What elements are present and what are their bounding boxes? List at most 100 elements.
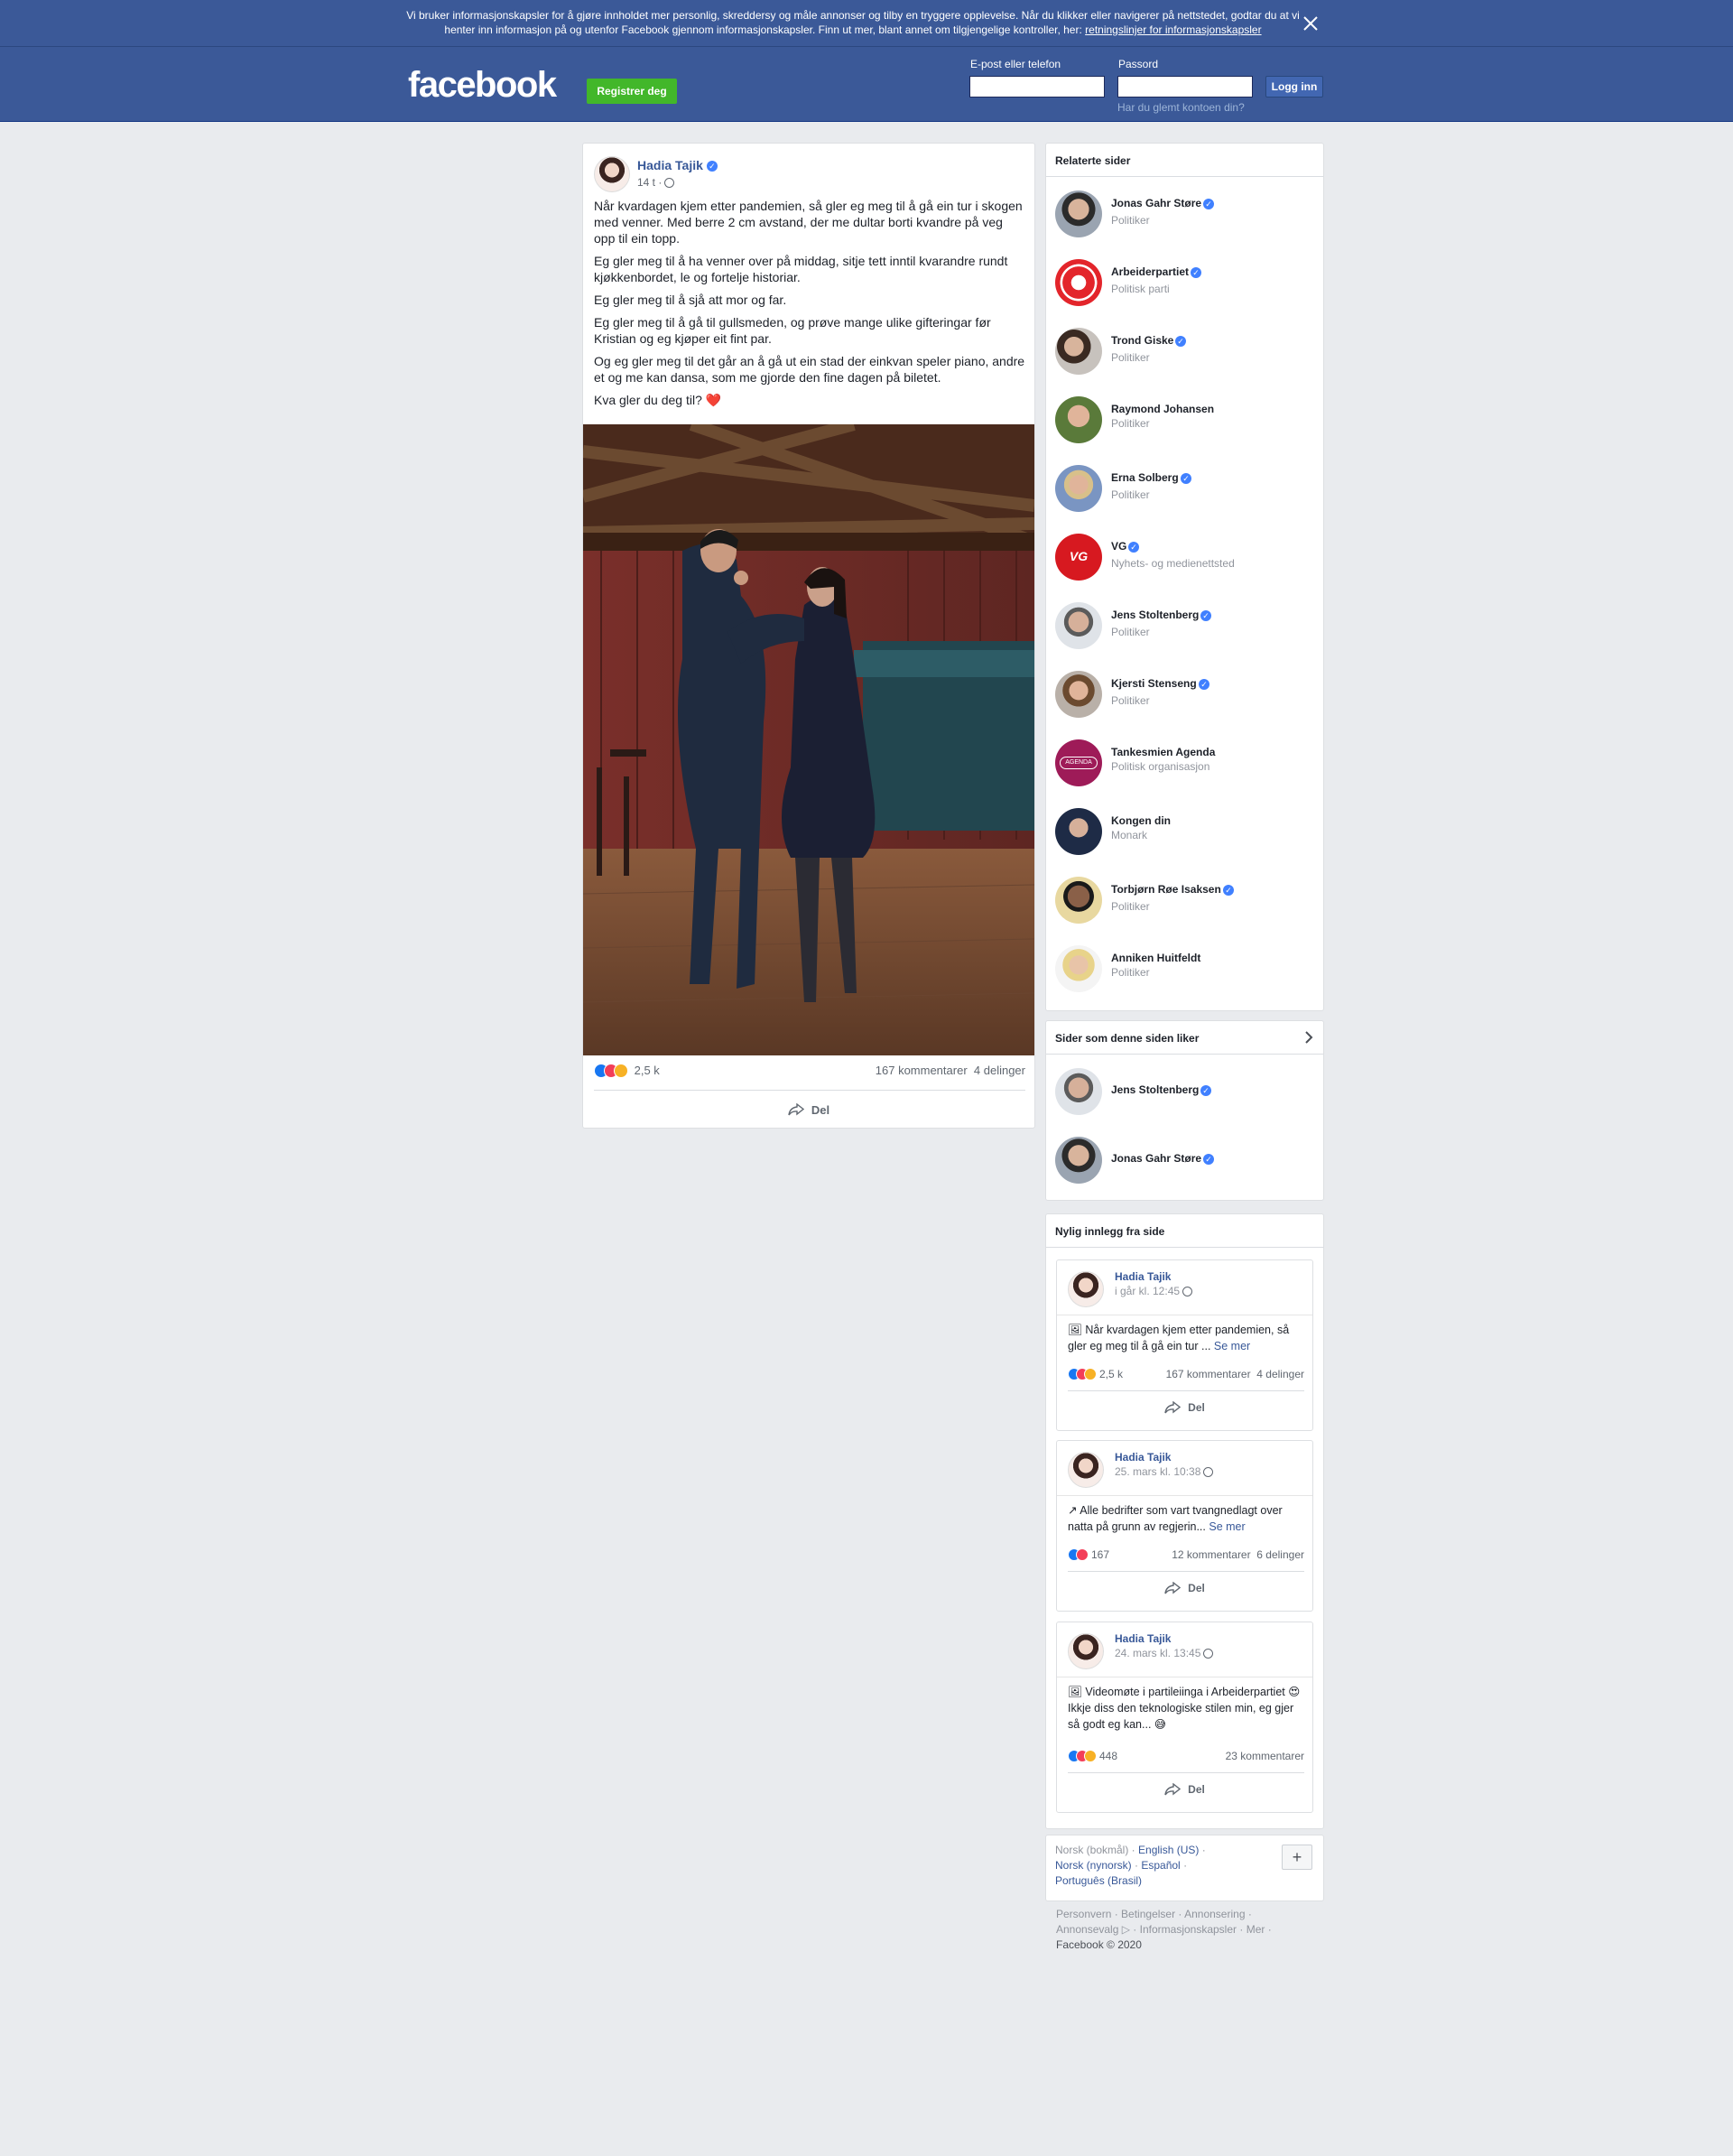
recent-post-time-text[interactable]: 24. mars kl. 13:45 — [1115, 1647, 1200, 1659]
related-page-name[interactable]: Jens Stoltenberg — [1111, 609, 1199, 621]
comment-count[interactable]: 167 kommentarer — [876, 1064, 968, 1077]
comment-count[interactable]: 23 kommentarer — [1226, 1750, 1304, 1762]
avatar[interactable] — [1068, 1271, 1104, 1307]
email-field[interactable] — [969, 76, 1105, 98]
language-link[interactable]: English (US) — [1138, 1844, 1199, 1856]
close-icon[interactable] — [1300, 13, 1321, 34]
avatar[interactable] — [1068, 1633, 1104, 1669]
avatar[interactable] — [594, 156, 630, 192]
register-button[interactable]: Registrer deg — [587, 79, 677, 104]
related-page-item[interactable]: Trond Giske Politiker ✓ — [1055, 328, 1317, 382]
related-page-item[interactable]: Kongen din Monark — [1055, 808, 1317, 862]
forgot-account-link[interactable]: Har du glemt kontoen din? — [1117, 101, 1245, 114]
share-button[interactable]: Del — [1057, 1392, 1312, 1423]
avatar[interactable]: VG — [1055, 534, 1102, 581]
recent-post-author[interactable]: Hadia Tajik — [1115, 1270, 1171, 1283]
footer-link[interactable]: Betingelser — [1121, 1908, 1175, 1920]
related-page-name[interactable]: Raymond Johansen — [1111, 403, 1214, 415]
reaction-count[interactable]: 2,5 k — [635, 1064, 660, 1077]
related-page-item[interactable]: Jonas Gahr Støre Politiker ✓ — [1055, 191, 1317, 245]
related-page-item[interactable]: Jens Stoltenberg Politiker ✓ — [1055, 602, 1317, 656]
related-page-name[interactable]: Torbjørn Røe Isaksen — [1111, 883, 1221, 896]
chevron-right-icon[interactable] — [1303, 1030, 1314, 1045]
footer-link[interactable]: Personvern — [1056, 1908, 1111, 1920]
avatar[interactable]: AGENDA — [1055, 739, 1102, 786]
recent-post-time[interactable]: 25. mars kl. 10:38 — [1115, 1465, 1214, 1478]
post-author[interactable]: Hadia Tajik ✓ — [637, 158, 718, 172]
share-count[interactable]: 4 delinger — [974, 1064, 1025, 1077]
avatar[interactable] — [1055, 191, 1102, 237]
avatar[interactable] — [1055, 945, 1102, 992]
related-page-name[interactable]: Kongen din — [1111, 814, 1171, 827]
password-field[interactable] — [1117, 76, 1253, 98]
avatar[interactable] — [1055, 259, 1102, 306]
post-photo[interactable] — [583, 424, 1034, 1055]
related-page-item[interactable]: Torbjørn Røe Isaksen Politiker ✓ — [1055, 877, 1317, 931]
see-more-link[interactable]: Se mer — [1214, 1340, 1250, 1352]
related-page-item[interactable]: AGENDA Tankesmien Agenda Politisk organisa… — [1055, 739, 1317, 794]
add-language-button[interactable]: + — [1282, 1845, 1312, 1870]
comment-count[interactable]: 167 kommentarer — [1166, 1368, 1251, 1380]
haha-reaction-icon[interactable] — [614, 1063, 628, 1078]
liked-page-name[interactable]: Jens Stoltenberg — [1111, 1083, 1199, 1096]
avatar[interactable] — [1055, 1137, 1102, 1184]
login-button[interactable]: Logg inn — [1265, 76, 1323, 98]
related-page-name[interactable]: Tankesmien Agenda — [1111, 746, 1215, 758]
footer-link[interactable]: Informasjonskapsler — [1140, 1923, 1237, 1936]
love-reaction-icon[interactable] — [1076, 1547, 1089, 1561]
share-button[interactable]: Del — [583, 1092, 1034, 1128]
recent-post-author[interactable]: Hadia Tajik — [1115, 1451, 1171, 1464]
related-page-item[interactable]: VG VG Nyhets- og medienettsted ✓ — [1055, 534, 1317, 588]
liked-page-name[interactable]: Jonas Gahr Støre — [1111, 1152, 1201, 1165]
recent-post-time[interactable]: 24. mars kl. 13:45 — [1115, 1647, 1214, 1659]
cookie-policy-link[interactable]: retningslinjer for informasjonskapsler — [1085, 23, 1261, 36]
haha-reaction-icon[interactable] — [1084, 1367, 1097, 1380]
post-time-text[interactable]: 14 t · — [637, 176, 662, 189]
related-page-name[interactable]: Jonas Gahr Støre — [1111, 197, 1201, 209]
related-page-name[interactable]: Anniken Huitfeldt — [1111, 952, 1200, 964]
share-button[interactable]: Del — [1057, 1573, 1312, 1603]
recent-post-time-text[interactable]: i går kl. 12:45 — [1115, 1285, 1180, 1297]
recent-post-time-text[interactable]: 25. mars kl. 10:38 — [1115, 1465, 1200, 1478]
recent-post-time[interactable]: i går kl. 12:45 — [1115, 1285, 1193, 1297]
avatar[interactable] — [1055, 671, 1102, 718]
footer-link[interactable]: Mer — [1246, 1923, 1265, 1936]
share-button[interactable]: Del — [1057, 1774, 1312, 1805]
related-page-item[interactable]: Arbeiderpartiet Politisk parti ✓ — [1055, 259, 1317, 313]
haha-reaction-icon[interactable] — [1084, 1749, 1097, 1762]
language-link[interactable]: Norsk (nynorsk) — [1055, 1859, 1132, 1872]
footer-link[interactable]: Annonsevalg — [1056, 1923, 1118, 1936]
reaction-count[interactable]: 2,5 k — [1099, 1368, 1123, 1380]
liked-page-item[interactable]: Jonas Gahr Støre ✓ — [1055, 1137, 1317, 1191]
footer-link[interactable]: Annonsering — [1184, 1908, 1245, 1920]
avatar[interactable] — [1055, 1068, 1102, 1115]
avatar[interactable] — [1055, 602, 1102, 649]
related-page-item[interactable]: Erna Solberg Politiker ✓ — [1055, 465, 1317, 519]
language-link[interactable]: Español — [1141, 1859, 1180, 1872]
post-author-name[interactable]: Hadia Tajik — [637, 158, 703, 172]
facebook-logo[interactable]: facebook — [408, 65, 557, 106]
share-count[interactable]: 4 delinger — [1256, 1368, 1304, 1380]
related-page-item[interactable]: Raymond Johansen Politiker — [1055, 396, 1317, 451]
related-page-name[interactable]: Arbeiderpartiet — [1111, 265, 1189, 278]
recent-post-author[interactable]: Hadia Tajik — [1115, 1632, 1171, 1645]
related-page-item[interactable]: Anniken Huitfeldt Politiker — [1055, 945, 1317, 999]
related-page-item[interactable]: Kjersti Stenseng Politiker ✓ — [1055, 671, 1317, 725]
avatar[interactable] — [1055, 808, 1102, 855]
comment-count[interactable]: 12 kommentarer — [1172, 1548, 1250, 1561]
avatar[interactable] — [1055, 396, 1102, 443]
related-page-name[interactable]: Kjersti Stenseng — [1111, 677, 1197, 690]
related-page-name[interactable]: VG — [1111, 540, 1126, 553]
avatar[interactable] — [1055, 465, 1102, 512]
post-timestamp[interactable]: 14 t · — [637, 176, 675, 189]
avatar[interactable] — [1068, 1452, 1104, 1488]
related-page-name[interactable]: Erna Solberg — [1111, 471, 1179, 484]
share-count[interactable]: 6 delinger — [1256, 1548, 1304, 1561]
reaction-count[interactable]: 448 — [1099, 1750, 1117, 1762]
related-page-name[interactable]: Trond Giske — [1111, 334, 1173, 347]
avatar[interactable] — [1055, 877, 1102, 924]
reaction-count[interactable]: 167 — [1091, 1548, 1109, 1561]
language-link[interactable]: Português (Brasil) — [1055, 1874, 1142, 1887]
liked-page-item[interactable]: Jens Stoltenberg ✓ — [1055, 1068, 1317, 1122]
avatar[interactable] — [1055, 328, 1102, 375]
